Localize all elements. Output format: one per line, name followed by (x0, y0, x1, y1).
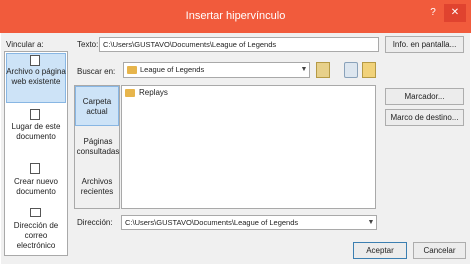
link-email-address-label: Dirección de correo electrónico (13, 221, 59, 250)
web-page-icon (30, 55, 40, 66)
email-icon (30, 208, 41, 217)
close-button[interactable]: ✕ (444, 4, 466, 22)
link-new-document-label: Crear nuevo documento (13, 177, 59, 196)
ok-button[interactable]: Aceptar (353, 242, 407, 259)
up-folder-icon[interactable] (316, 62, 330, 78)
address-label: Dirección: (77, 218, 113, 227)
folder-icon (125, 89, 135, 97)
tab-browsed-pages[interactable]: Páginas consultadas (75, 137, 121, 157)
look-in-label: Buscar en: (77, 67, 116, 76)
tab-recent-files[interactable]: Archivos recientes (75, 177, 119, 197)
bookmark-button[interactable]: Marcador... (385, 88, 464, 105)
chevron-down-icon[interactable]: ▼ (366, 216, 376, 229)
help-button[interactable]: ? (422, 4, 444, 22)
file-list-item[interactable]: Replays (139, 88, 168, 97)
link-place-in-document-label: Lugar de este documento (11, 122, 61, 141)
browse-file-icon[interactable] (362, 62, 376, 78)
chevron-down-icon[interactable]: ▼ (299, 63, 309, 77)
cancel-button[interactable]: Cancelar (413, 242, 466, 259)
text-to-display-input[interactable]: C:\Users\GUSTAVO\Documents\League of Leg… (99, 37, 379, 52)
window-title: Insertar hipervínculo (185, 10, 286, 22)
file-list[interactable] (121, 85, 376, 209)
link-existing-file-label: Archivo o página web existente (6, 67, 66, 86)
link-to-label: Vincular a: (6, 40, 44, 49)
screen-tip-button[interactable]: Info. en pantalla... (385, 36, 464, 53)
text-to-display-label: Texto: (77, 40, 99, 49)
document-place-icon (30, 109, 40, 120)
browse-web-icon[interactable] (344, 62, 358, 78)
folder-icon (127, 66, 137, 74)
address-combobox[interactable]: C:\Users\GUSTAVO\Documents\League of Leg… (121, 215, 377, 230)
new-document-icon (30, 163, 40, 174)
tab-current-folder-label: Carpeta actual (82, 97, 112, 116)
look-in-select[interactable]: League of Legends (123, 62, 310, 78)
target-frame-button[interactable]: Marco de destino... (385, 109, 464, 126)
